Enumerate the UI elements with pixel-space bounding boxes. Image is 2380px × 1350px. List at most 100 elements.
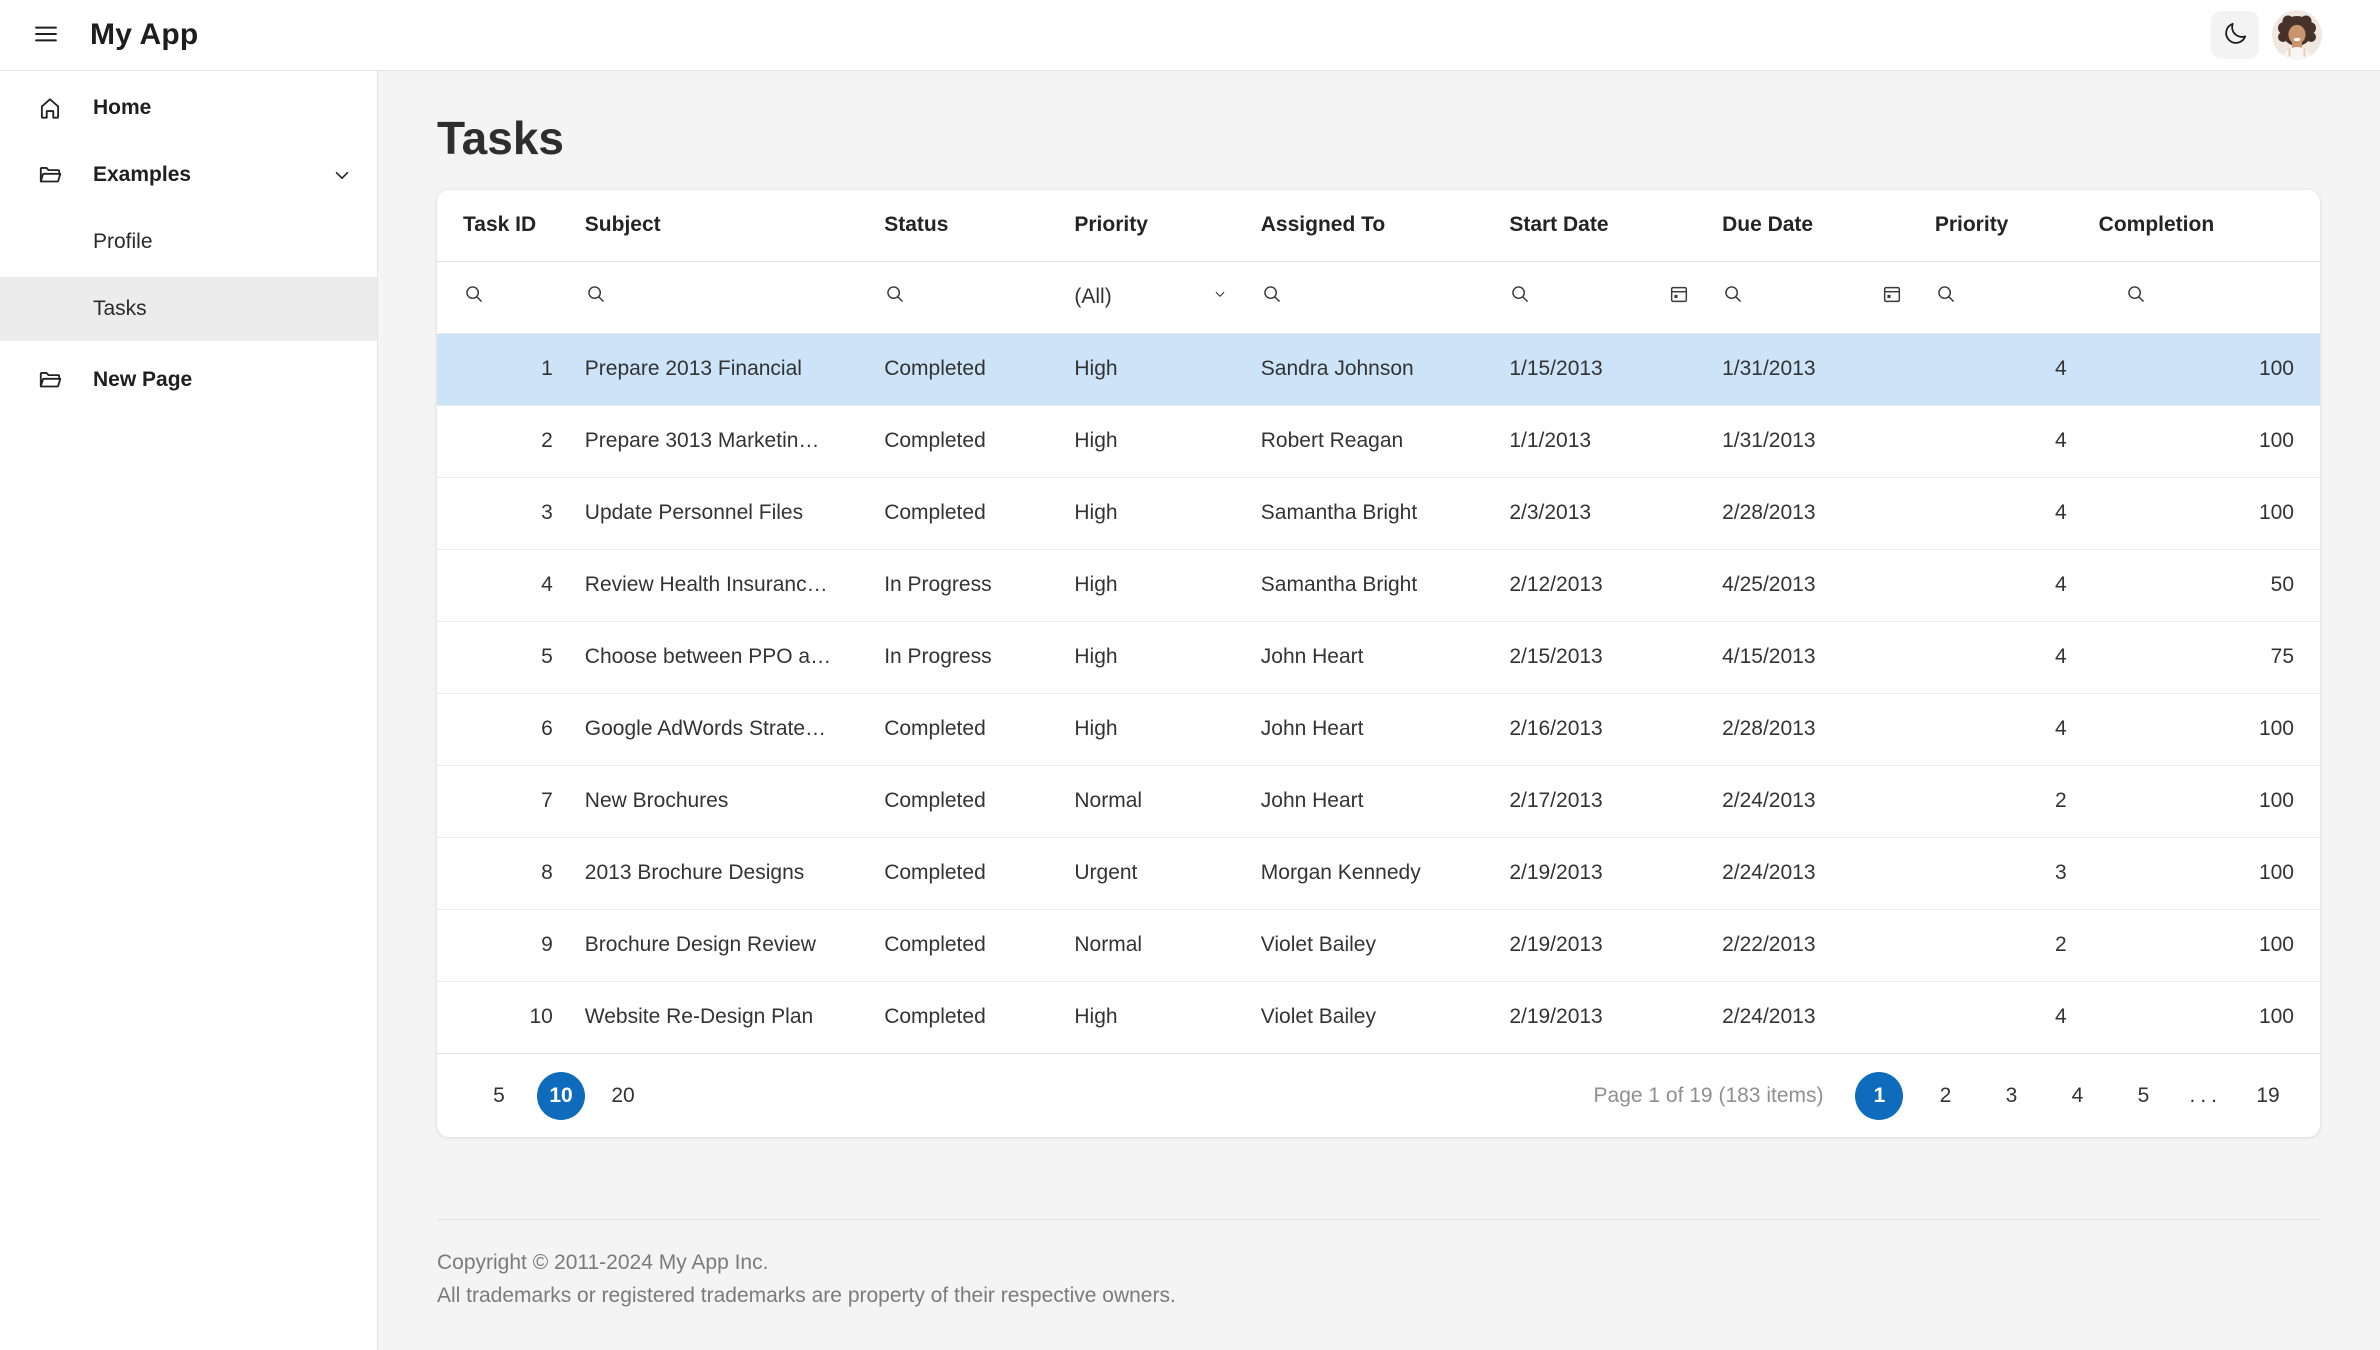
- column-header-task-id[interactable]: Task ID: [437, 190, 569, 262]
- cell-assigned_to[interactable]: John Heart: [1244, 621, 1494, 694]
- filter-cell-completion[interactable]: [2082, 261, 2320, 334]
- cell-completion[interactable]: 100: [2082, 477, 2320, 550]
- cell-completion[interactable]: 100: [2082, 693, 2320, 766]
- cell-completion[interactable]: 100: [2082, 837, 2320, 910]
- filter-cell-task-id[interactable]: [437, 261, 569, 334]
- table-row[interactable]: 4 Review Health Insuranc… In Progress High S…: [437, 549, 2320, 622]
- column-header-subject[interactable]: Subject: [568, 190, 869, 262]
- cell-priority[interactable]: High: [1058, 981, 1244, 1053]
- search-icon[interactable]: [1509, 283, 1531, 311]
- cell-priority_num[interactable]: 4: [1918, 621, 2083, 694]
- cell-due_date[interactable]: 2/28/2013: [1706, 477, 1919, 550]
- cell-task_id[interactable]: 5: [437, 621, 569, 694]
- cell-due_date[interactable]: 2/24/2013: [1706, 765, 1919, 838]
- cell-status[interactable]: Completed: [868, 909, 1059, 982]
- cell-task_id[interactable]: 10: [437, 981, 569, 1053]
- cell-task_id[interactable]: 4: [437, 549, 569, 622]
- cell-start_date[interactable]: 2/19/2013: [1493, 909, 1707, 982]
- column-header-completion[interactable]: Completion: [2082, 190, 2320, 262]
- cell-task_id[interactable]: 6: [437, 693, 569, 766]
- cell-priority[interactable]: Normal: [1058, 909, 1245, 982]
- page-size-option-10[interactable]: 10: [537, 1071, 585, 1120]
- table-row[interactable]: 8 2013 Brochure Designs Completed Urgent Mor…: [437, 837, 2320, 910]
- table-row[interactable]: 6 Google AdWords Strate… Completed High John…: [437, 693, 2320, 766]
- page-button-2[interactable]: 2: [1921, 1072, 1969, 1120]
- page-button-1[interactable]: 1: [1855, 1071, 1904, 1120]
- cell-task_id[interactable]: 9: [437, 909, 569, 982]
- cell-due_date[interactable]: 1/31/2013: [1706, 405, 1919, 478]
- cell-priority_num[interactable]: 4: [1919, 981, 2083, 1053]
- cell-priority_num[interactable]: 4: [1918, 477, 2083, 550]
- page-button-5[interactable]: 5: [2119, 1072, 2167, 1120]
- cell-priority[interactable]: Normal: [1058, 765, 1245, 838]
- sidebar-item-profile[interactable]: Profile: [0, 210, 377, 274]
- cell-priority_num[interactable]: 4: [1918, 333, 2083, 406]
- theme-toggle-button[interactable]: [2211, 11, 2259, 59]
- cell-priority_num[interactable]: 2: [1918, 909, 2083, 982]
- column-header-start-date[interactable]: Start Date: [1493, 190, 1707, 262]
- filter-cell-assigned-to[interactable]: [1244, 261, 1494, 334]
- cell-completion[interactable]: 100: [2083, 981, 2320, 1053]
- chevron-down-icon[interactable]: [331, 164, 353, 191]
- table-row[interactable]: 1 Prepare 2013 Financial Completed High Sand…: [437, 333, 2320, 406]
- cell-status[interactable]: In Progress: [868, 621, 1059, 694]
- cell-start_date[interactable]: 2/3/2013: [1493, 477, 1707, 550]
- cell-due_date[interactable]: 2/22/2013: [1706, 909, 1919, 982]
- cell-task_id[interactable]: 8: [437, 837, 569, 910]
- cell-priority_num[interactable]: 4: [1918, 405, 2083, 478]
- cell-subject[interactable]: Prepare 2013 Financial: [568, 333, 869, 406]
- cell-priority_num[interactable]: 3: [1918, 837, 2083, 910]
- cell-assigned_to[interactable]: Samantha Bright: [1244, 477, 1494, 550]
- calendar-icon[interactable]: [1881, 283, 1903, 311]
- table-row[interactable]: 2 Prepare 3013 Marketin… Completed High Robe…: [437, 405, 2320, 478]
- cell-priority_num[interactable]: 4: [1918, 693, 2083, 766]
- cell-priority[interactable]: Urgent: [1058, 837, 1245, 910]
- cell-assigned_to[interactable]: Robert Reagan: [1244, 405, 1494, 478]
- table-row[interactable]: 3 Update Personnel Files Completed High Sama…: [437, 477, 2320, 550]
- page-size-option-5[interactable]: 5: [475, 1072, 523, 1120]
- cell-priority[interactable]: High: [1058, 621, 1245, 694]
- cell-priority_num[interactable]: 2: [1918, 765, 2083, 838]
- cell-assigned_to[interactable]: Violet Bailey: [1244, 909, 1494, 982]
- cell-task_id[interactable]: 7: [437, 765, 569, 838]
- cell-status[interactable]: Completed: [868, 765, 1059, 838]
- cell-task_id[interactable]: 3: [437, 477, 569, 550]
- cell-start_date[interactable]: 1/1/2013: [1493, 405, 1707, 478]
- cell-due_date[interactable]: 4/15/2013: [1706, 621, 1919, 694]
- cell-assigned_to[interactable]: Violet Bailey: [1245, 981, 1494, 1053]
- cell-completion[interactable]: 50: [2082, 549, 2320, 622]
- cell-assigned_to[interactable]: Morgan Kennedy: [1244, 837, 1494, 910]
- cell-status[interactable]: Completed: [868, 837, 1059, 910]
- cell-start_date[interactable]: 2/19/2013: [1493, 837, 1707, 910]
- cell-subject[interactable]: Choose between PPO a…: [568, 621, 869, 694]
- column-header-priority-num[interactable]: Priority: [1918, 190, 2083, 262]
- filter-cell-priority-num[interactable]: [1918, 261, 2083, 334]
- cell-status[interactable]: Completed: [868, 981, 1058, 1053]
- search-icon[interactable]: [1722, 283, 1744, 311]
- cell-assigned_to[interactable]: Samantha Bright: [1244, 549, 1494, 622]
- table-row[interactable]: 10 Website Re-Design Plan Completed High Vio…: [437, 981, 2320, 1053]
- cell-completion[interactable]: 75: [2082, 621, 2320, 694]
- cell-subject[interactable]: Review Health Insuranc…: [568, 549, 869, 622]
- page-button-19[interactable]: 19: [2244, 1072, 2292, 1120]
- cell-completion[interactable]: 100: [2082, 333, 2320, 406]
- cell-subject[interactable]: Prepare 3013 Marketin…: [568, 405, 869, 478]
- cell-assigned_to[interactable]: John Heart: [1244, 765, 1494, 838]
- column-header-due-date[interactable]: Due Date: [1706, 190, 1919, 262]
- cell-subject[interactable]: 2013 Brochure Designs: [568, 837, 869, 910]
- table-row[interactable]: 7 New Brochures Completed Normal John Heart 2…: [437, 765, 2320, 838]
- column-header-assigned-to[interactable]: Assigned To: [1244, 190, 1494, 262]
- cell-status[interactable]: Completed: [868, 333, 1059, 406]
- cell-task_id[interactable]: 2: [437, 405, 569, 478]
- cell-priority[interactable]: High: [1058, 693, 1245, 766]
- cell-priority[interactable]: High: [1058, 405, 1245, 478]
- cell-status[interactable]: In Progress: [868, 549, 1059, 622]
- cell-subject[interactable]: Google AdWords Strate…: [568, 693, 869, 766]
- cell-assigned_to[interactable]: Sandra Johnson: [1244, 333, 1494, 406]
- cell-completion[interactable]: 100: [2082, 765, 2320, 838]
- cell-due_date[interactable]: 1/31/2013: [1706, 333, 1919, 406]
- page-button-3[interactable]: 3: [1987, 1072, 2035, 1120]
- cell-task_id[interactable]: 1: [437, 333, 569, 406]
- sidebar-item-examples[interactable]: Examples: [0, 143, 377, 207]
- column-header-status[interactable]: Status: [868, 190, 1059, 262]
